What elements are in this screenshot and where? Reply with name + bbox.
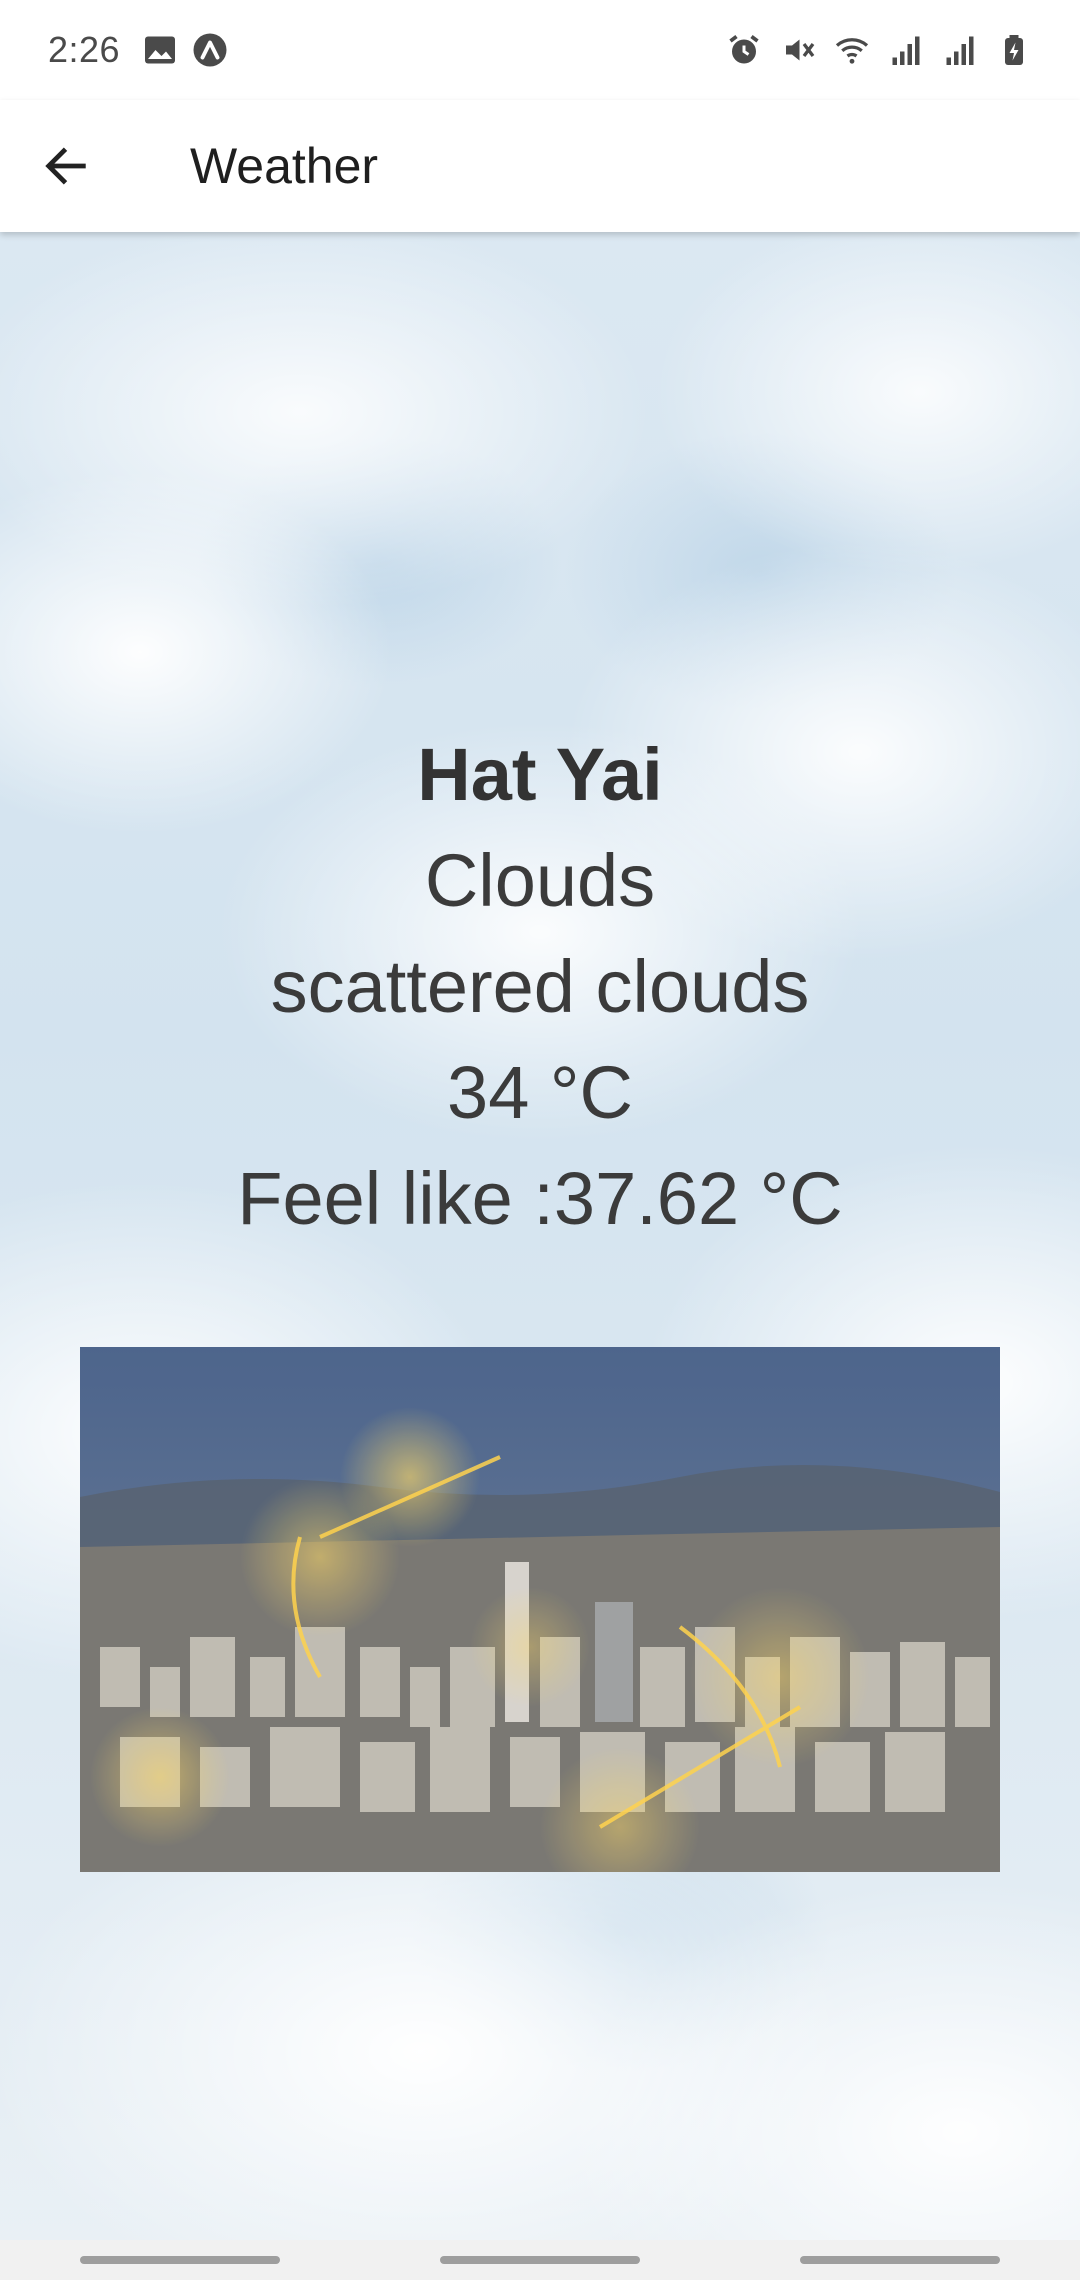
app-bar: Weather bbox=[0, 100, 1080, 232]
city-photo bbox=[80, 1347, 1000, 1872]
nav-recents-handle[interactable] bbox=[80, 2256, 280, 2264]
nav-back-handle[interactable] bbox=[800, 2256, 1000, 2264]
back-button[interactable] bbox=[0, 100, 132, 232]
arrow-left-icon bbox=[45, 147, 86, 185]
weather-content: Hat Yai Clouds scattered clouds 34 °C Fe… bbox=[0, 232, 1080, 2240]
app-a-icon bbox=[193, 33, 227, 67]
nav-home-handle[interactable] bbox=[440, 2256, 640, 2264]
signal-icon bbox=[946, 36, 974, 65]
city-name: Hat Yai bbox=[417, 733, 663, 816]
feels-like: Feel like :37.62 °C bbox=[237, 1157, 843, 1240]
status-right-icons bbox=[726, 32, 1032, 68]
weather-condition: Clouds bbox=[424, 839, 656, 922]
image-icon bbox=[145, 36, 176, 64]
weather-description: scattered clouds bbox=[270, 945, 810, 1028]
mute-icon bbox=[786, 39, 815, 61]
wifi-icon bbox=[835, 38, 869, 64]
page-title: Weather bbox=[190, 138, 379, 194]
city-skyline-image bbox=[80, 1347, 1000, 1872]
status-left-icons bbox=[142, 32, 228, 68]
weather-info: Hat Yai Clouds scattered clouds 34 °C Fe… bbox=[0, 722, 1080, 1252]
battery-charging-icon bbox=[1005, 35, 1023, 65]
status-bar: 2:26 bbox=[0, 0, 1080, 100]
status-time: 2:26 bbox=[48, 29, 121, 70]
system-nav-bar bbox=[0, 2240, 1080, 2280]
temperature: 34 °C bbox=[447, 1051, 633, 1134]
alarm-icon bbox=[729, 35, 759, 64]
signal-icon bbox=[892, 36, 920, 65]
